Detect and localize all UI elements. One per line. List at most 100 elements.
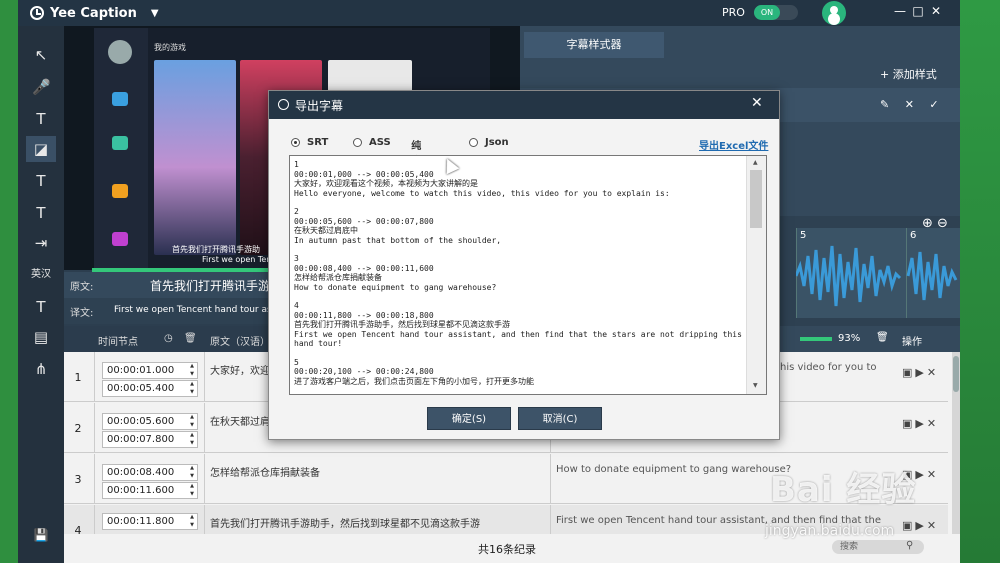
row-original-text[interactable]: 在秋天都过肩: [210, 413, 270, 428]
row-actions[interactable]: ▣▶✕: [902, 417, 939, 430]
start-time-stepper[interactable]: 00:00:01.000: [102, 362, 198, 379]
search-icon[interactable]: ⚲: [906, 540, 913, 551]
delete-all-icon[interactable]: 🗑: [876, 332, 889, 343]
preview-line: 在秋天都过肩底中: [294, 226, 358, 235]
app-menu-chevron-down-icon[interactable]: ▼: [151, 8, 159, 19]
microphone-icon[interactable]: 🎤: [32, 78, 51, 96]
tab-subtitle-style[interactable]: 字幕样式器: [524, 32, 664, 58]
film-icon[interactable]: ▤: [32, 328, 50, 346]
close-button[interactable]: ✕: [928, 4, 944, 18]
text-voice-icon[interactable]: T: [32, 172, 50, 190]
export-excel-link[interactable]: 导出Excel文件: [699, 137, 768, 152]
import-text-icon[interactable]: ⇥: [32, 234, 50, 252]
row-translation-text[interactable]: his video for you to: [780, 362, 877, 373]
text-icon[interactable]: T: [32, 110, 50, 128]
share-icon[interactable]: ⋔: [32, 360, 50, 378]
translation-label: 译文:: [70, 308, 94, 319]
preview-blank-line: [294, 245, 742, 254]
cell-divider: [94, 352, 95, 402]
video-sidebar: [94, 28, 148, 268]
clock-icon[interactable]: ◷: [164, 333, 173, 344]
waveform-graphic: [796, 245, 958, 307]
cursor-icon[interactable]: ↖: [32, 46, 50, 64]
text-box-icon[interactable]: T: [32, 204, 50, 222]
end-time-stepper[interactable]: 00:00:11.600: [102, 482, 198, 499]
format-radio-json[interactable]: Json: [469, 137, 509, 148]
format-label: ASS: [369, 137, 391, 148]
add-style-button[interactable]: + 添加样式: [880, 66, 937, 82]
start-time-stepper[interactable]: 00:00:05.600: [102, 413, 198, 430]
cell-divider: [204, 352, 205, 402]
background-right: [960, 0, 1000, 563]
row-number: 2: [74, 422, 82, 435]
table-scrollbar[interactable]: [952, 352, 960, 534]
user-avatar[interactable]: [822, 1, 846, 25]
preview-scrollbar[interactable]: ▲ ▼: [746, 156, 766, 394]
pro-toggle[interactable]: ON: [754, 5, 798, 20]
maximize-button[interactable]: □: [910, 4, 926, 18]
start-time-stepper[interactable]: 00:00:11.800: [102, 513, 198, 530]
start-time-stepper[interactable]: 00:00:08.400: [102, 464, 198, 481]
cell-divider: [94, 454, 95, 504]
preview-scrollbar-thumb[interactable]: [750, 170, 762, 228]
preview-line: How to donate equipment to gang warehous…: [294, 282, 497, 292]
preview-line: First we open Tencent hand tour assistan…: [294, 329, 742, 339]
segment-number-6: 6: [910, 230, 917, 241]
cell-divider: [204, 403, 205, 453]
original-label: 原文:: [70, 282, 94, 293]
radio-dot: [353, 138, 362, 147]
record-count: 共16条纪录: [478, 543, 536, 556]
cell-divider: [94, 505, 95, 534]
cell-divider: [550, 505, 551, 534]
cell-divider: [204, 454, 205, 504]
preview-blank-line: [294, 292, 742, 301]
preview-line: 怎样给帮派仓库捐献装备: [294, 273, 382, 282]
dialog-close-icon[interactable]: ✕: [751, 95, 763, 111]
format-radio-srt[interactable]: SRT: [291, 137, 328, 148]
translate-icon[interactable]: 英汉: [28, 266, 54, 284]
preview-line: 00:00:20,100 --> 00:00:24,800: [294, 367, 434, 376]
segment-number-5: 5: [800, 230, 807, 241]
baidu-watermark-url: jingyan.baidu.com: [765, 523, 895, 539]
cancel-button[interactable]: 取消(C): [518, 407, 602, 430]
header-time: 时间节点: [98, 337, 138, 348]
pro-label: PRO: [722, 6, 745, 19]
save-icon[interactable]: 💾: [32, 526, 50, 544]
row-original-text[interactable]: 首先我们打开腾讯手游助手，然后找到球星都不见滴这款手游: [210, 515, 480, 530]
game-section-title: 我的游戏: [154, 43, 186, 52]
cell-divider: [94, 403, 95, 453]
crop-icon[interactable]: ◪: [26, 136, 56, 162]
table-scrollbar-thumb[interactable]: [953, 356, 959, 392]
end-time-stepper[interactable]: 00:00:05.400: [102, 380, 198, 397]
format-radio-ass[interactable]: ASS: [353, 137, 391, 148]
preview-line: 00:00:05,600 --> 00:00:07,800: [294, 216, 434, 226]
format-label: Json: [485, 137, 509, 148]
row-original-text[interactable]: 怎样给帮派仓库捐献装备: [210, 464, 320, 479]
confirm-button[interactable]: 确定(S): [427, 407, 511, 430]
preview-line: In autumn past that bottom of the should…: [294, 235, 502, 245]
preview-line: 1: [294, 160, 299, 169]
header-original: 原文（汉语）: [210, 337, 270, 348]
preview-line: 大家好，欢迎观看这个视频，本视频为大家讲解的是: [294, 179, 478, 188]
toggle-on-label: ON: [754, 5, 780, 20]
export-text-icon[interactable]: T: [32, 298, 50, 316]
minimize-button[interactable]: —: [892, 4, 908, 18]
style-row-actions[interactable]: ✎ ✕ ✓: [880, 98, 945, 111]
background-left: [0, 0, 18, 563]
scroll-up-icon[interactable]: ▲: [753, 159, 758, 166]
game-icon: [112, 92, 128, 106]
cell-divider: [204, 505, 205, 534]
row-original-text[interactable]: 大家好，欢迎: [210, 362, 270, 377]
row-actions[interactable]: ▣▶✕: [902, 519, 939, 532]
video-icon: [112, 232, 128, 246]
row-number: 1: [74, 371, 82, 384]
scroll-down-icon[interactable]: ▼: [753, 382, 758, 389]
original-text[interactable]: 首先我们打开腾讯手游助: [150, 277, 282, 294]
trash-icon[interactable]: 🗑: [184, 333, 197, 344]
left-toolbar: ↖ 🎤 T ◪ T T ⇥ 英汉 T ▤ ⋔ 💾: [18, 26, 64, 563]
end-time-stepper[interactable]: 00:00:07.800: [102, 431, 198, 448]
export-preview-textarea[interactable]: 1 00:00:01,000 --> 00:00:05,400 大家好，欢迎观看这个…: [289, 155, 767, 395]
row-actions[interactable]: ▣▶✕: [902, 366, 939, 379]
row-translation-text[interactable]: How to donate equipment to gang warehous…: [556, 464, 791, 475]
translate-progress: [800, 337, 832, 341]
